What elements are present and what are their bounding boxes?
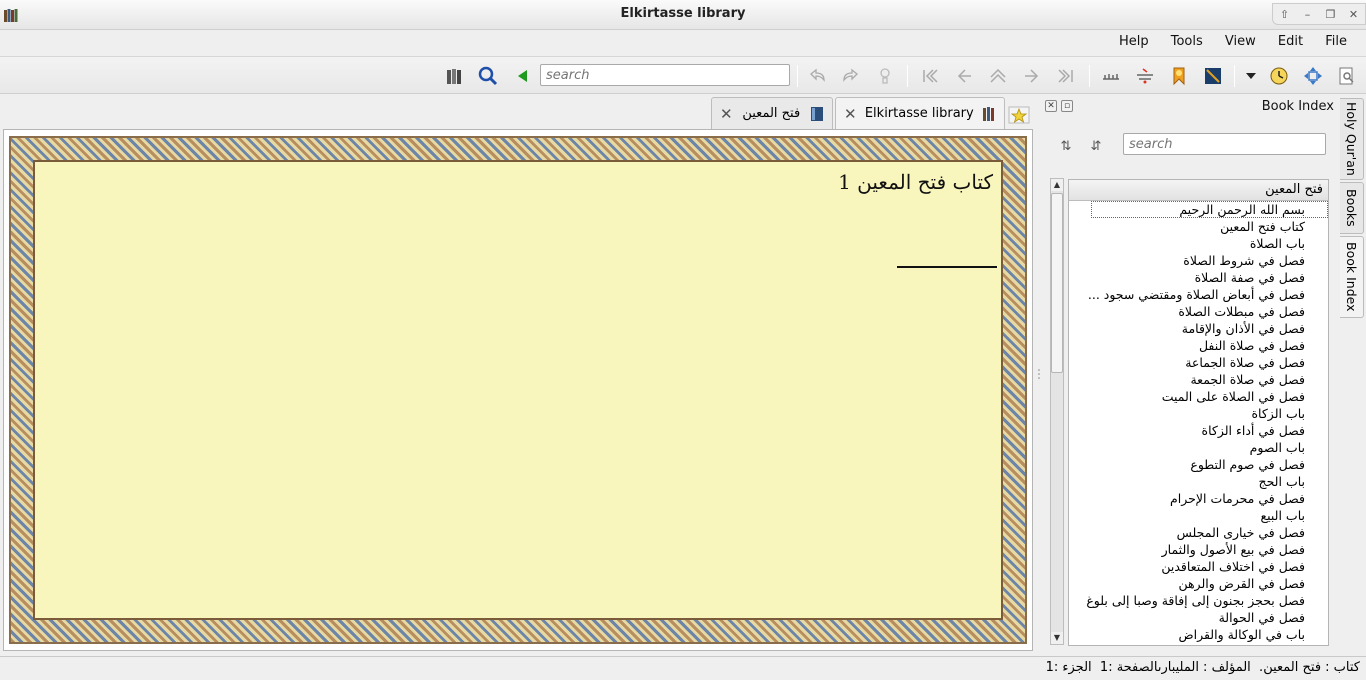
status-bar: كتاب : فتح المعين. المؤلف : المليبارىالص… bbox=[0, 656, 1366, 680]
close-button[interactable]: ✕ bbox=[1345, 8, 1363, 21]
index-item[interactable]: فصل في اختلاف المتعاقدين bbox=[1069, 558, 1328, 575]
tab-book-index[interactable]: Book Index bbox=[1340, 236, 1364, 318]
index-item[interactable]: فصل في صلاة النفل bbox=[1069, 337, 1328, 354]
first-page-icon[interactable] bbox=[919, 65, 941, 87]
menu-help[interactable]: Help bbox=[1110, 30, 1158, 53]
minimize-button[interactable]: – bbox=[1299, 8, 1317, 21]
index-scrollbar[interactable]: ▲ ▼ bbox=[1050, 178, 1064, 645]
dock-float-icon[interactable]: ▫ bbox=[1061, 100, 1073, 112]
toolbar bbox=[0, 56, 1366, 94]
close-tab-icon[interactable]: ✕ bbox=[720, 105, 733, 123]
title-bar: Elkirtasse library ⇧ – ❐ ✕ bbox=[0, 0, 1366, 30]
tab-label: فتح المعين bbox=[742, 106, 801, 121]
next-page-icon[interactable] bbox=[1021, 65, 1043, 87]
index-item[interactable]: فصل في أبعاض الصلاة ومقتضي سجود ... bbox=[1069, 286, 1328, 303]
page-area: كتاب فتح المعين 1 bbox=[33, 160, 1003, 620]
clock-icon[interactable] bbox=[1268, 65, 1290, 87]
last-page-icon[interactable] bbox=[1055, 65, 1077, 87]
index-item[interactable]: باب البيع bbox=[1069, 507, 1328, 524]
ornamental-frame: كتاب فتح المعين 1 bbox=[9, 136, 1027, 644]
tree-header[interactable]: فتح المعين bbox=[1069, 180, 1328, 201]
menu-bar: File Edit View Tools Help bbox=[0, 30, 1366, 56]
fullscreen-icon[interactable] bbox=[1302, 65, 1324, 87]
index-item[interactable]: فصل في الصلاة على الميت bbox=[1069, 388, 1328, 405]
sort-ascending-icon[interactable]: ⇅ bbox=[1056, 137, 1076, 155]
menu-edit[interactable]: Edit bbox=[1269, 30, 1312, 53]
tab-fath-almuin[interactable]: ✕ فتح المعين bbox=[711, 97, 833, 129]
toolbar-separator bbox=[1089, 65, 1090, 87]
index-item[interactable]: فصل في صلاة الجمعة bbox=[1069, 371, 1328, 388]
tab-label: Elkirtasse library bbox=[864, 106, 974, 121]
window-title: Elkirtasse library bbox=[620, 6, 746, 21]
book-icon bbox=[811, 106, 823, 121]
bookmark-icon[interactable] bbox=[1168, 65, 1190, 87]
window-up-icon[interactable]: ⇧ bbox=[1276, 8, 1294, 21]
tab-holy-quran[interactable]: Holy Qur'an bbox=[1340, 98, 1364, 180]
index-item[interactable]: فصل في بيع الأصول والثمار bbox=[1069, 541, 1328, 558]
status-text: كتاب : فتح المعين. المؤلف : المليبارىالص… bbox=[1045, 660, 1360, 675]
library-icon bbox=[983, 106, 994, 121]
scroll-thumb[interactable] bbox=[1051, 193, 1063, 373]
close-tab-icon[interactable]: ✕ bbox=[844, 105, 857, 123]
index-item[interactable]: باب الصلاة bbox=[1069, 235, 1328, 252]
tashkeel-icon[interactable] bbox=[1134, 65, 1156, 87]
scroll-up-icon[interactable]: ▲ bbox=[1051, 179, 1063, 191]
toolbar-separator bbox=[1234, 65, 1235, 87]
dock-close-icon[interactable]: ✕ bbox=[1045, 100, 1057, 112]
index-item[interactable]: فصل في صوم التطوع bbox=[1069, 456, 1328, 473]
undo-icon[interactable] bbox=[806, 65, 828, 87]
sort-descending-icon[interactable]: ⇵ bbox=[1086, 137, 1106, 155]
index-item[interactable]: فصل في صلاة الجماعة bbox=[1069, 354, 1328, 371]
index-item[interactable]: فصل في صفة الصلاة bbox=[1069, 269, 1328, 286]
index-item[interactable]: باب الصوم bbox=[1069, 439, 1328, 456]
index-item[interactable]: فصل في خيارى المجلس bbox=[1069, 524, 1328, 541]
toolbar-search-input[interactable] bbox=[540, 64, 790, 86]
play-left-icon[interactable] bbox=[512, 65, 534, 87]
menu-view[interactable]: View bbox=[1216, 30, 1265, 53]
book-color-icon[interactable] bbox=[1202, 65, 1224, 87]
menu-file[interactable]: File bbox=[1316, 30, 1356, 53]
toolbar-separator bbox=[907, 65, 908, 87]
up-page-icon[interactable] bbox=[987, 65, 1009, 87]
tab-bar: ✕ فتح المعين ✕ Elkirtasse library bbox=[0, 94, 1036, 130]
maximize-button[interactable]: ❐ bbox=[1322, 8, 1340, 21]
new-tab-star-icon[interactable] bbox=[1008, 104, 1030, 126]
index-item[interactable]: فصل في القرض والرهن bbox=[1069, 575, 1328, 592]
tab-books[interactable]: Books bbox=[1340, 182, 1364, 234]
index-item[interactable]: فصل في الحوالة bbox=[1069, 609, 1328, 626]
index-item[interactable]: كتاب فتح المعين bbox=[1069, 218, 1328, 235]
dock-header: ✕ ▫ Book Index bbox=[1042, 96, 1338, 118]
panel-splitter[interactable] bbox=[1035, 130, 1043, 650]
book-content-view[interactable]: كتاب فتح المعين 1 bbox=[3, 129, 1033, 651]
library-icon[interactable] bbox=[444, 65, 466, 87]
book-heading: كتاب فتح المعين 1 bbox=[838, 170, 993, 194]
redo-icon[interactable] bbox=[840, 65, 862, 87]
index-item[interactable]: باب في الوكالة والقراض bbox=[1069, 626, 1328, 643]
page-search-icon[interactable] bbox=[1336, 65, 1358, 87]
book-index-tree: فتح المعين بسم الله الرحمن الرحيم كتاب فت… bbox=[1068, 179, 1329, 646]
window-controls: ⇧ – ❐ ✕ bbox=[1272, 3, 1366, 25]
toolbar-separator bbox=[797, 65, 798, 87]
previous-page-icon[interactable] bbox=[953, 65, 975, 87]
side-tab-bar: Holy Qur'an Books Book Index bbox=[1339, 96, 1366, 656]
text-format-icon[interactable] bbox=[1100, 65, 1122, 87]
menu-tools[interactable]: Tools bbox=[1162, 30, 1212, 53]
index-item[interactable]: فصل في محرمات الإحرام bbox=[1069, 490, 1328, 507]
index-item[interactable]: فصل بحجز بجنون إلى إفاقة وصبا إلى بلوغ bbox=[1069, 592, 1328, 609]
heading-underline bbox=[897, 266, 997, 268]
search-icon[interactable] bbox=[477, 65, 499, 87]
chevron-down-icon[interactable] bbox=[1240, 65, 1262, 87]
tab-elkirtasse-library[interactable]: ✕ Elkirtasse library bbox=[835, 97, 1005, 129]
index-item[interactable]: باب الحج bbox=[1069, 473, 1328, 490]
scroll-down-icon[interactable]: ▼ bbox=[1051, 632, 1063, 644]
index-item[interactable]: بسم الله الرحمن الرحيم bbox=[1091, 201, 1328, 218]
index-search-input[interactable] bbox=[1123, 133, 1326, 155]
index-item[interactable]: فصل في مبطلات الصلاة bbox=[1069, 303, 1328, 320]
dock-title: Book Index bbox=[1261, 99, 1334, 114]
index-item[interactable]: فصل في شروط الصلاة bbox=[1069, 252, 1328, 269]
index-item[interactable]: فصل في أداء الزكاة bbox=[1069, 422, 1328, 439]
index-item[interactable]: باب الزكاة bbox=[1069, 405, 1328, 422]
hint-bulb-icon[interactable] bbox=[874, 65, 896, 87]
index-item[interactable]: فصل في الأذان والإقامة bbox=[1069, 320, 1328, 337]
